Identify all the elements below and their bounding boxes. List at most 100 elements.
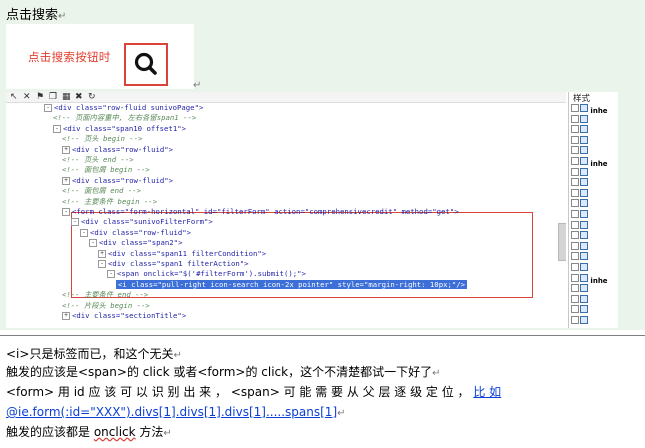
style-row[interactable] <box>571 125 617 135</box>
tree-node[interactable]: + <div class="sectionTitle"> <box>62 311 186 321</box>
expand-toggle-icon[interactable] <box>571 199 579 208</box>
expand-toggle-icon[interactable] <box>571 188 579 197</box>
tree-node[interactable]: + <div class="span11 filterCondition"> <box>98 249 266 259</box>
style-checkbox[interactable] <box>580 220 588 229</box>
style-row[interactable] <box>571 305 617 315</box>
tree-node[interactable]: - <form class="form-horizontal" id="filte… <box>62 207 459 217</box>
collapse-toggle-icon[interactable]: - <box>53 124 61 133</box>
style-row[interactable]: inhe <box>571 157 617 168</box>
style-checkbox[interactable] <box>580 241 588 250</box>
style-row[interactable] <box>571 210 617 220</box>
paragraph-link[interactable]: @ie.form(:id="XXX").divs[1].divs[1].divs… <box>6 405 337 419</box>
style-row[interactable]: inhe <box>571 273 617 285</box>
collapse-toggle-icon[interactable]: - <box>71 218 79 227</box>
style-checkbox[interactable] <box>580 294 588 303</box>
expand-toggle-icon[interactable] <box>571 210 579 218</box>
style-row[interactable] <box>571 188 617 199</box>
refresh-icon[interactable]: ↻ <box>88 93 96 102</box>
expand-toggle-icon[interactable] <box>571 135 579 144</box>
tree-node[interactable]: <!-- 主要条件 end --> <box>62 290 148 300</box>
close-icon[interactable]: ✕ <box>23 93 31 102</box>
style-checkbox[interactable] <box>580 199 588 208</box>
expand-toggle-icon[interactable] <box>571 294 579 303</box>
style-row[interactable] <box>571 231 617 241</box>
expand-toggle-icon[interactable] <box>571 178 579 187</box>
tree-node[interactable]: - <span onclick="$('#filterForm').submit(… <box>107 269 306 279</box>
paragraph-link[interactable]: 比 如 <box>473 385 501 399</box>
pointer-icon[interactable]: ↖ <box>10 93 18 102</box>
expand-toggle-icon[interactable] <box>571 157 579 165</box>
expand-toggle-icon[interactable] <box>571 104 579 112</box>
tree-node[interactable]: <!-- 页面内容重中, 左右各留span1 --> <box>53 113 196 123</box>
tree-node[interactable]: <!-- 页头 end --> <box>62 155 134 165</box>
tree-node[interactable]: - <div class="span2"> <box>89 238 182 248</box>
collapse-toggle-icon[interactable]: - <box>62 208 70 216</box>
collapse-toggle-icon[interactable]: - <box>107 270 115 279</box>
tree-node[interactable]: <!-- 片段头 begin --> <box>62 301 150 311</box>
collapse-toggle-icon[interactable]: - <box>44 104 52 112</box>
expand-toggle-icon[interactable]: + <box>98 249 106 258</box>
delete-icon[interactable]: ✖ <box>75 93 83 102</box>
tree-node[interactable]: - <div class="row-fluid"> <box>80 228 191 238</box>
style-checkbox[interactable] <box>580 263 588 271</box>
style-checkbox[interactable] <box>580 284 588 293</box>
tree-node[interactable]: - <div class="sunivoFilterForm"> <box>71 217 213 227</box>
style-checkbox[interactable] <box>580 252 588 261</box>
tree-node[interactable]: <i class="pull-right icon-search icon-2x… <box>116 279 468 290</box>
expand-toggle-icon[interactable] <box>571 241 579 250</box>
style-row[interactable] <box>571 294 617 305</box>
expand-toggle-icon[interactable] <box>571 220 579 229</box>
expand-toggle-icon[interactable] <box>571 316 579 324</box>
style-row[interactable] <box>571 220 617 231</box>
tree-node[interactable]: - <div class="span1 filterAction"> <box>98 259 249 269</box>
style-checkbox[interactable] <box>580 135 588 144</box>
tree-node[interactable]: + <div class="row-fluid"> <box>62 145 173 155</box>
style-checkbox[interactable] <box>580 104 588 112</box>
style-checkbox[interactable] <box>580 146 588 155</box>
collapse-toggle-icon[interactable]: - <box>89 239 97 248</box>
style-row[interactable] <box>571 135 617 146</box>
expand-toggle-icon[interactable] <box>571 125 579 134</box>
style-row[interactable] <box>571 316 617 326</box>
style-checkbox[interactable] <box>580 316 588 324</box>
style-row[interactable] <box>571 284 617 294</box>
expand-toggle-icon[interactable] <box>571 273 579 282</box>
style-row[interactable] <box>571 199 617 209</box>
expand-toggle-icon[interactable] <box>571 263 579 271</box>
style-checkbox[interactable] <box>580 125 588 134</box>
style-row[interactable] <box>571 178 617 188</box>
copy-icon[interactable]: ❐ <box>49 93 57 102</box>
style-checkbox[interactable] <box>580 114 588 123</box>
style-row[interactable] <box>571 146 617 156</box>
collapse-toggle-icon[interactable]: - <box>80 228 88 237</box>
style-row[interactable] <box>571 167 617 178</box>
bookmark-icon[interactable]: ⚑ <box>36 93 44 102</box>
search-icon[interactable] <box>126 45 166 84</box>
style-checkbox[interactable] <box>580 305 588 314</box>
style-row[interactable] <box>571 263 617 273</box>
tree-scrollbar[interactable] <box>558 223 566 261</box>
style-row[interactable]: inhe <box>571 104 617 115</box>
expand-toggle-icon[interactable] <box>571 167 579 176</box>
style-row[interactable] <box>571 252 617 262</box>
expand-toggle-icon[interactable]: + <box>62 312 70 320</box>
tree-node[interactable]: - <div class="row-fluid sunivoPage"> <box>44 103 203 113</box>
tree-node[interactable]: <!-- 主要条件 begin --> <box>62 197 157 207</box>
style-checkbox[interactable] <box>580 178 588 187</box>
tree-node[interactable]: <!-- 面包屑 end --> <box>62 186 141 196</box>
tree-node[interactable]: <!-- 面包屑 begin --> <box>62 165 150 175</box>
expand-toggle-icon[interactable] <box>571 146 579 155</box>
collapse-toggle-icon[interactable]: - <box>98 260 106 268</box>
tree-node[interactable]: <!-- 页头 begin --> <box>62 134 143 144</box>
expand-toggle-icon[interactable] <box>571 231 579 240</box>
tree-node[interactable]: + <div class="row-fluid"> <box>62 176 173 186</box>
style-checkbox[interactable] <box>580 210 588 218</box>
expand-toggle-icon[interactable]: + <box>62 145 70 154</box>
style-checkbox[interactable] <box>580 167 588 176</box>
style-checkbox[interactable] <box>580 231 588 240</box>
expand-toggle-icon[interactable] <box>571 252 579 261</box>
expand-toggle-icon[interactable]: + <box>62 176 70 185</box>
style-row[interactable] <box>571 241 617 252</box>
expand-toggle-icon[interactable] <box>571 114 579 123</box>
style-checkbox[interactable] <box>580 188 588 197</box>
